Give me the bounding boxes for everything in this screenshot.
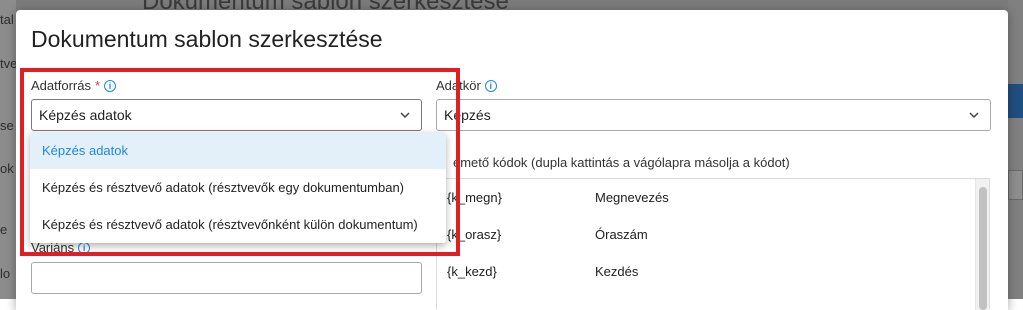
adatkor-label: Adatkör i bbox=[436, 78, 497, 93]
background-sidebar: tal tve se ok e lo bbox=[0, 0, 18, 299]
chevron-down-icon bbox=[969, 112, 979, 119]
info-icon[interactable]: i bbox=[484, 79, 497, 92]
required-mark: * bbox=[94, 78, 101, 93]
adatforras-label: Adatforrás * i bbox=[31, 78, 117, 93]
code-key: {k_megn} bbox=[447, 190, 502, 205]
adatkor-label-text: Adatkör bbox=[436, 78, 481, 93]
scrollbar-thumb[interactable] bbox=[979, 187, 987, 310]
code-label: Megnevezés bbox=[595, 190, 669, 205]
code-row[interactable]: {k_orasz} Óraszám bbox=[437, 216, 977, 253]
background-right-panel bbox=[1008, 0, 1023, 299]
background-sidebar-item: ok bbox=[0, 161, 14, 176]
codes-scrollbar[interactable] bbox=[975, 179, 989, 310]
code-label: Kezdés bbox=[595, 264, 639, 279]
adatkor-select[interactable]: Képzés bbox=[436, 99, 991, 131]
code-label: Óraszám bbox=[595, 227, 648, 242]
adatforras-dropdown: Képzés adatok Képzés és résztvevő adatok… bbox=[30, 132, 446, 243]
background-button bbox=[1008, 84, 1023, 118]
codes-list: {k_megn} Megnevezés {k_orasz} Óraszám {k… bbox=[436, 178, 990, 310]
background-sidebar-item: e bbox=[0, 222, 8, 237]
adatforras-label-text: Adatforrás bbox=[31, 78, 91, 93]
background-field bbox=[1008, 170, 1023, 200]
dropdown-option[interactable]: Képzés és résztvevő adatok (résztvevőnké… bbox=[30, 206, 446, 243]
adatkor-select-value: Képzés bbox=[444, 107, 491, 123]
code-key: {k_orasz} bbox=[447, 227, 502, 242]
dropdown-option[interactable]: Képzés és résztvevő adatok (résztvevők e… bbox=[30, 169, 446, 206]
dropdown-option[interactable]: Képzés adatok bbox=[30, 132, 446, 169]
background-sidebar-item: lo bbox=[0, 266, 11, 281]
code-row[interactable]: {k_megn} Megnevezés bbox=[437, 179, 977, 216]
background-sidebar-item: tal bbox=[0, 12, 14, 27]
background-sidebar-item: se bbox=[0, 118, 14, 133]
code-row[interactable]: {k_kezd} Kezdés bbox=[437, 253, 977, 290]
chevron-down-icon bbox=[400, 112, 410, 119]
codes-title: émető kódok (dupla kattintás a vágólapra… bbox=[453, 155, 790, 170]
code-key: {k_kezd} bbox=[447, 264, 497, 279]
adatforras-select-value: Képzés adatok bbox=[39, 107, 132, 123]
dialog-title: Dokumentum sablon szerkesztése bbox=[31, 26, 383, 52]
adatforras-select[interactable]: Képzés adatok bbox=[31, 99, 422, 131]
info-icon[interactable]: i bbox=[78, 241, 91, 254]
varians-input[interactable] bbox=[31, 262, 422, 294]
info-icon[interactable]: i bbox=[104, 79, 117, 92]
background-sidebar-item: tve bbox=[0, 56, 18, 71]
